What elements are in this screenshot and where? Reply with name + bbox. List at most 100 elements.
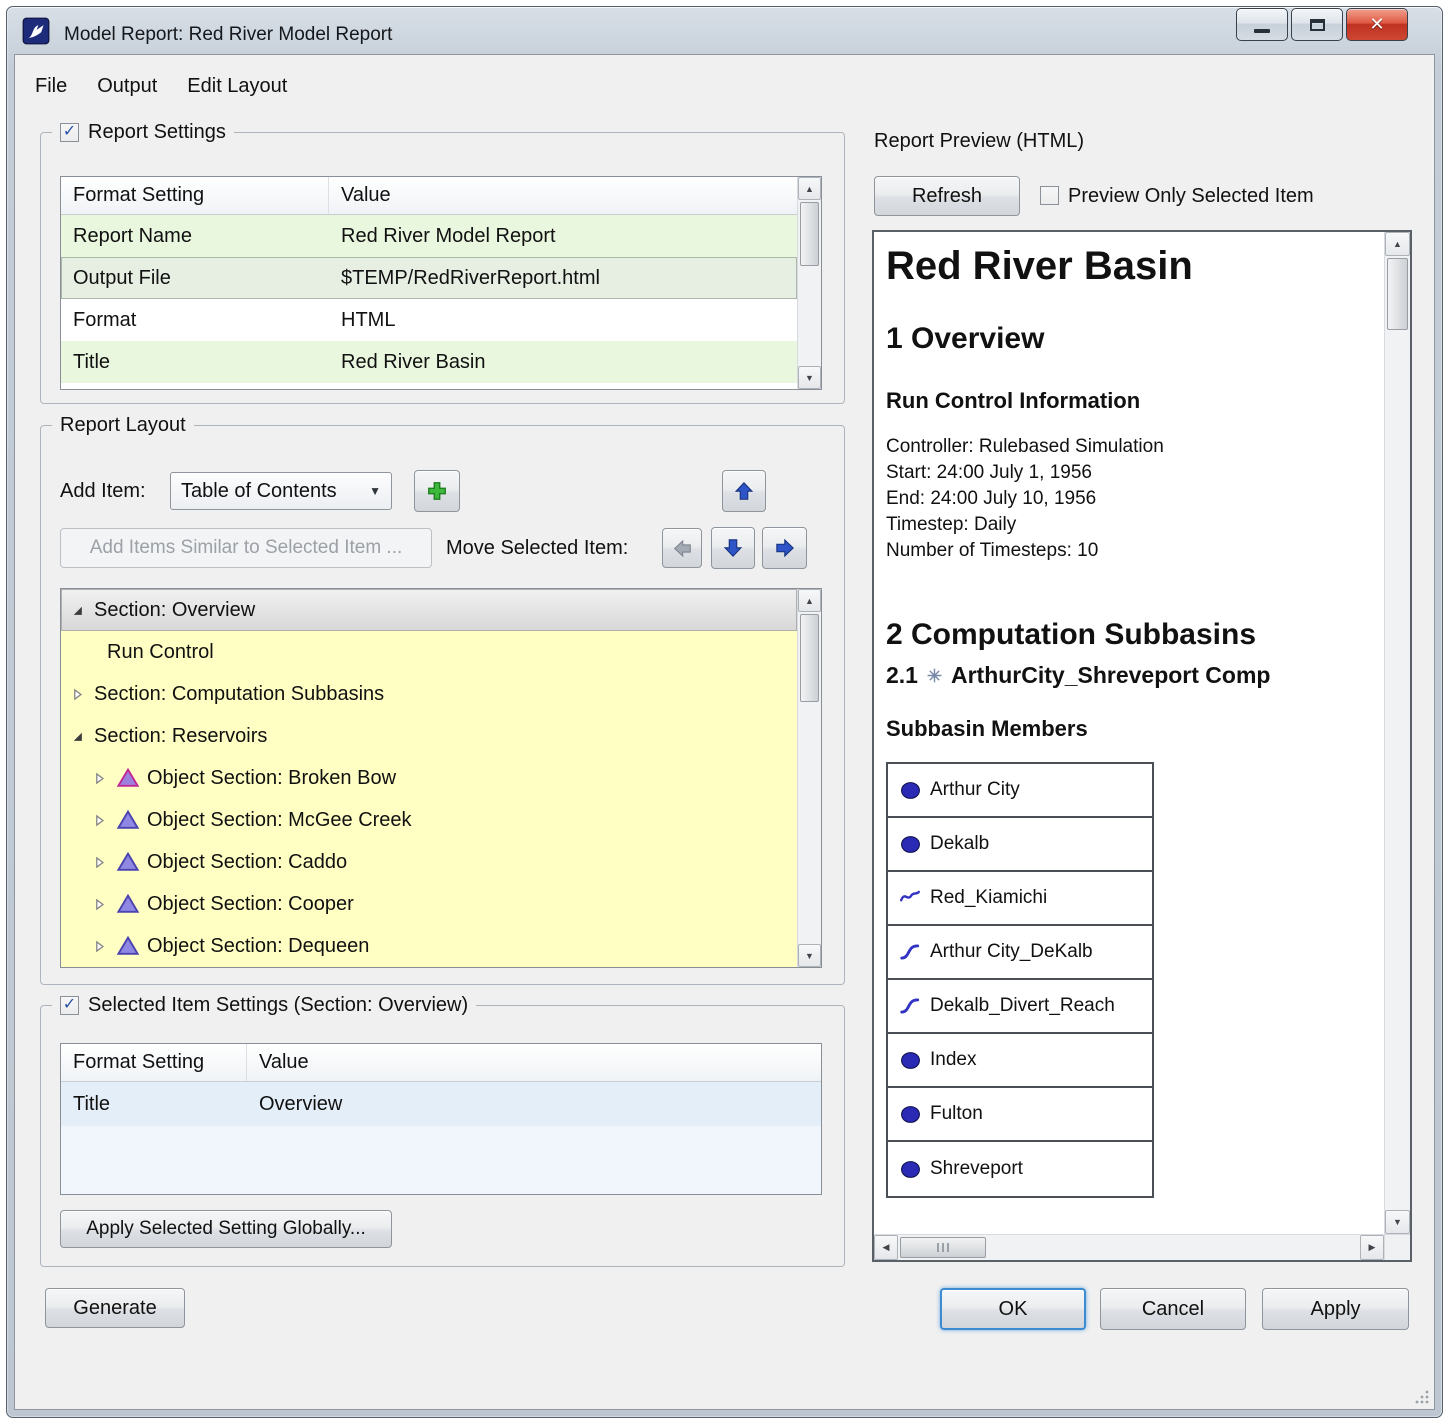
expander-expanded-icon[interactable]: [67, 726, 87, 746]
tree-item-section-computation-subbasins[interactable]: Section: Computation Subbasins: [61, 673, 797, 715]
member-name: Shreveport: [930, 1158, 1023, 1180]
generate-button[interactable]: Generate: [45, 1288, 185, 1328]
expander-collapsed-icon[interactable]: [89, 894, 109, 914]
scroll-thumb[interactable]: [900, 1237, 986, 1258]
move-left-button[interactable]: [662, 528, 702, 568]
expander-collapsed-icon[interactable]: [89, 936, 109, 956]
tree-item-section-reservoirs[interactable]: Section: Reservoirs: [61, 715, 797, 757]
subbasin-members-table: Arthur City Dekalb Red_Kiamichi Arthur C…: [886, 762, 1154, 1198]
arrow-right-icon: [774, 537, 796, 559]
expander-collapsed-icon[interactable]: [89, 852, 109, 872]
preview-vertical-scrollbar[interactable]: ▲ ▼: [1384, 232, 1410, 1234]
arrow-left-icon: [672, 538, 693, 559]
cell-setting: Title: [61, 1093, 247, 1116]
table-row[interactable]: Report Name Red River Model Report: [61, 215, 797, 257]
preview-only-checkbox[interactable]: [1040, 186, 1059, 205]
move-selected-item-label: Move Selected Item:: [446, 528, 628, 568]
vertical-scrollbar[interactable]: ▲ ▼: [797, 589, 821, 967]
member-row: Index: [888, 1034, 1152, 1088]
minimize-button[interactable]: [1236, 8, 1288, 41]
apply-setting-globally-button[interactable]: Apply Selected Setting Globally...: [60, 1210, 392, 1248]
tree-item-label: Object Section: McGee Creek: [147, 809, 412, 832]
scroll-grip-icon: [937, 1243, 950, 1252]
tree-item-section-overview[interactable]: Section: Overview: [61, 589, 797, 631]
table-row-selected[interactable]: Title Overview: [61, 1082, 821, 1126]
scroll-up-button[interactable]: ▲: [798, 589, 821, 612]
menu-file[interactable]: File: [20, 68, 82, 105]
add-item-button[interactable]: [414, 470, 460, 512]
report-settings-group-label: ✓ Report Settings: [52, 119, 234, 146]
cancel-button[interactable]: Cancel: [1100, 1288, 1246, 1330]
expander-expanded-icon[interactable]: [67, 600, 87, 620]
tree-item-object-mcgee-creek[interactable]: Object Section: McGee Creek: [61, 799, 797, 841]
scroll-up-icon: ▲: [1393, 239, 1402, 249]
maximize-button[interactable]: [1291, 8, 1343, 41]
scroll-up-button[interactable]: ▲: [1385, 232, 1410, 256]
window-title: Model Report: Red River Model Report: [64, 24, 392, 46]
preview-horizontal-scrollbar[interactable]: ◀ ▶: [874, 1234, 1384, 1260]
refresh-button[interactable]: Refresh: [874, 176, 1020, 216]
menu-edit-layout[interactable]: Edit Layout: [172, 68, 302, 105]
scroll-thumb[interactable]: [800, 614, 819, 702]
add-similar-items-button[interactable]: Add Items Similar to Selected Item ...: [60, 528, 432, 568]
tree-item-label: Object Section: Cooper: [147, 893, 354, 916]
preview-doc-title: Red River Basin: [886, 244, 1193, 289]
expander-collapsed-icon[interactable]: [67, 684, 87, 704]
scroll-up-button[interactable]: ▲: [798, 177, 821, 200]
confluence-icon: [898, 886, 922, 910]
tree-item-object-broken-bow[interactable]: Object Section: Broken Bow: [61, 757, 797, 799]
reservoir-icon: [898, 832, 922, 856]
scroll-up-icon: ▲: [805, 184, 814, 194]
scroll-right-icon: ▶: [1369, 1242, 1376, 1253]
scroll-left-button[interactable]: ◀: [874, 1235, 898, 1260]
scroll-thumb[interactable]: [800, 202, 819, 266]
scroll-down-button[interactable]: ▼: [798, 944, 821, 967]
refresh-label: Refresh: [912, 185, 982, 208]
tree-item-object-dequeen[interactable]: Object Section: Dequeen: [61, 925, 797, 967]
member-row: Dekalb: [888, 818, 1152, 872]
tree-item-object-caddo[interactable]: Object Section: Caddo: [61, 841, 797, 883]
selected-item-settings-checkbox[interactable]: ✓: [60, 996, 79, 1015]
scroll-down-button[interactable]: ▼: [798, 366, 821, 389]
move-down-button[interactable]: [711, 527, 755, 569]
table-row-selected[interactable]: Output File $TEMP/RedRiverReport.html: [61, 257, 797, 299]
column-header-format-setting[interactable]: Format Setting: [61, 177, 329, 214]
preview-members-heading: Subbasin Members: [886, 716, 1088, 742]
column-header-value[interactable]: Value: [247, 1044, 821, 1081]
column-header-format-setting[interactable]: Format Setting: [61, 1044, 247, 1081]
close-button[interactable]: ✕: [1346, 8, 1408, 41]
report-preview-label: Report Preview (HTML): [874, 130, 1084, 153]
table-row[interactable]: Title Red River Basin: [61, 341, 797, 383]
plus-icon: [426, 480, 448, 502]
scroll-right-button[interactable]: ▶: [1360, 1235, 1384, 1260]
scroll-down-button[interactable]: ▼: [1385, 1210, 1410, 1234]
selected-item-settings-header: Format Setting Value: [61, 1044, 821, 1082]
expander-collapsed-icon[interactable]: [89, 810, 109, 830]
reservoir-icon: [898, 1157, 922, 1181]
member-row: Dekalb_Divert_Reach: [888, 980, 1152, 1034]
member-name: Dekalb_Divert_Reach: [930, 995, 1115, 1017]
tree-item-label: Object Section: Broken Bow: [147, 767, 396, 790]
add-similar-items-label: Add Items Similar to Selected Item ...: [90, 537, 403, 559]
column-header-value[interactable]: Value: [329, 177, 797, 214]
scroll-thumb[interactable]: [1387, 258, 1408, 330]
move-right-button[interactable]: [762, 527, 807, 569]
resize-grip[interactable]: [1414, 1388, 1430, 1404]
vertical-scrollbar[interactable]: ▲ ▼: [797, 177, 821, 389]
add-item-combobox[interactable]: Table of Contents ▼: [170, 472, 392, 510]
cell-setting: Format: [61, 309, 329, 332]
cell-setting: Title: [61, 351, 329, 374]
table-row[interactable]: Format HTML: [61, 299, 797, 341]
report-settings-checkbox[interactable]: ✓: [60, 123, 79, 142]
apply-button[interactable]: Apply: [1262, 1288, 1409, 1330]
scroll-down-icon: ▼: [805, 951, 814, 961]
expander-collapsed-icon[interactable]: [89, 768, 109, 788]
ok-button[interactable]: OK: [940, 1288, 1086, 1330]
tree-item-object-cooper[interactable]: Object Section: Cooper: [61, 883, 797, 925]
move-up-button[interactable]: [722, 470, 766, 512]
arrow-up-icon: [733, 480, 755, 502]
tree-item-run-control[interactable]: Run Control: [61, 631, 797, 673]
cell-value: $TEMP/RedRiverReport.html: [329, 267, 612, 290]
tree-item-label: Object Section: Caddo: [147, 851, 347, 874]
menu-output[interactable]: Output: [82, 68, 172, 105]
